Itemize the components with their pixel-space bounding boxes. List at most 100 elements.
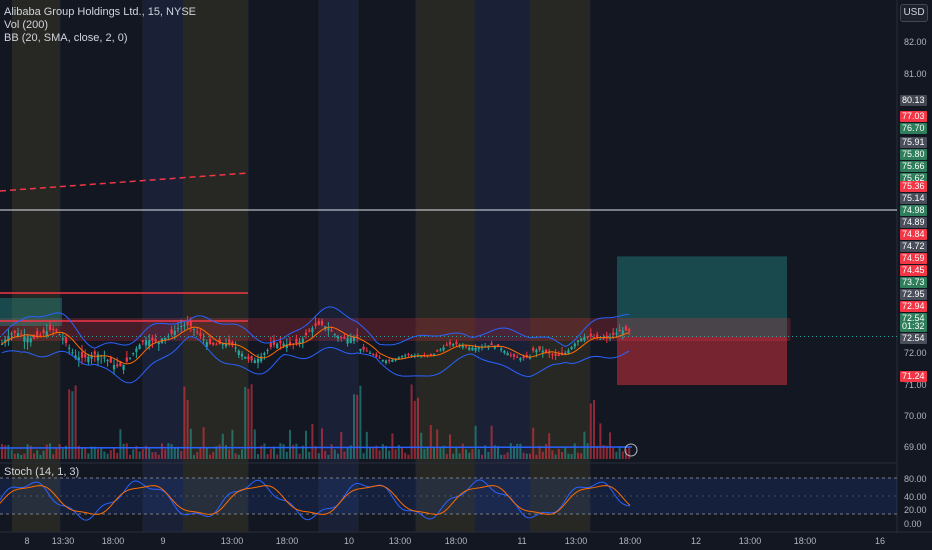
volume-bar — [116, 452, 119, 459]
volume-bar — [237, 454, 240, 459]
candle-body — [372, 354, 375, 356]
stoch-tick: 80.00 — [904, 474, 927, 484]
time-tick: 18:00 — [793, 536, 817, 546]
volume-bar — [612, 448, 615, 459]
volume-bar — [282, 444, 285, 459]
volume-bar — [58, 443, 61, 459]
candle-body — [621, 330, 624, 335]
candle-body — [304, 332, 308, 336]
volume-bar — [285, 451, 288, 459]
volume-bar — [535, 454, 538, 459]
volume-bar — [461, 443, 464, 459]
volume-bar — [26, 444, 29, 459]
candle-body — [589, 333, 592, 337]
candle-body — [144, 340, 148, 346]
candle-body — [68, 347, 71, 349]
time-tick: 13:30 — [51, 536, 75, 546]
volume-bar — [417, 397, 419, 459]
candle-body — [464, 346, 468, 348]
candle-body — [103, 357, 106, 359]
volume-bar — [372, 447, 375, 459]
volume-bar — [154, 451, 157, 459]
time-tick: 9 — [160, 536, 166, 546]
volume-bar — [119, 429, 122, 459]
candle-body — [362, 346, 365, 350]
stoch-legend[interactable]: Stoch (14, 1, 3) — [4, 466, 79, 479]
chart-canvas[interactable] — [0, 0, 932, 550]
volume-bar — [129, 454, 131, 459]
candle-body — [48, 325, 52, 330]
candle-body — [148, 340, 151, 347]
price-label: 01:32 — [900, 321, 927, 332]
volume-bar — [570, 454, 573, 459]
time-tick: 13:00 — [220, 536, 244, 546]
price-tick: 72.00 — [904, 348, 927, 358]
volume-bar — [532, 427, 535, 459]
candle-body — [429, 353, 432, 356]
volume-bar — [490, 425, 493, 459]
candle-body — [202, 339, 205, 341]
candle-body — [186, 321, 189, 325]
volume-bar — [81, 448, 83, 459]
volume-bar — [439, 446, 442, 459]
candle-body — [42, 329, 45, 334]
bollinger-legend[interactable]: BB (20, SMA, close, 2, 0) — [4, 32, 128, 45]
volume-bar — [148, 448, 151, 459]
candle-body — [340, 337, 343, 339]
volume-bar — [10, 449, 13, 459]
candle-body — [52, 328, 55, 330]
candle-body — [234, 347, 237, 349]
volume-bar — [557, 448, 560, 459]
volume-bar — [276, 454, 279, 459]
candle-body — [436, 350, 439, 352]
candle-body — [471, 347, 474, 351]
candle-body — [176, 328, 180, 330]
volume-bar — [305, 430, 307, 459]
volume-bar — [503, 454, 506, 459]
volume-bar — [132, 449, 135, 459]
candle-body — [391, 359, 394, 362]
volume-bar — [426, 447, 429, 459]
volume-bar — [522, 452, 525, 459]
volume-bar — [241, 449, 243, 459]
candle-body — [519, 358, 522, 361]
candle-body — [167, 336, 170, 338]
volume-bar — [173, 446, 176, 459]
volume-bar — [327, 454, 330, 459]
volume-bar — [541, 451, 544, 459]
volume-bar — [317, 453, 320, 459]
currency-button[interactable]: USD — [900, 4, 928, 22]
candle-body — [128, 357, 132, 359]
volume-bar — [234, 453, 237, 459]
volume-bar — [23, 453, 26, 459]
volume-bar — [413, 400, 416, 459]
volume-bar — [452, 453, 455, 459]
candle-body — [336, 336, 340, 339]
candle-body — [26, 337, 29, 343]
candle-body — [474, 347, 477, 351]
candle-body — [503, 350, 506, 353]
volume-bar — [545, 444, 547, 459]
candle-body — [93, 351, 96, 355]
candle-body — [20, 333, 23, 335]
volume-bar — [321, 428, 323, 459]
volume-bar — [253, 429, 256, 459]
volume-bar — [193, 454, 195, 459]
volume-bar — [180, 450, 183, 459]
candle-body — [583, 336, 586, 341]
volume-bar — [269, 448, 272, 459]
candle-body — [448, 341, 452, 345]
volume-bar — [209, 454, 211, 459]
volume-legend[interactable]: Vol (200) — [4, 19, 48, 32]
time-tick: 12 — [690, 536, 702, 546]
volume-bar — [103, 451, 106, 459]
candle-body — [266, 349, 269, 351]
candle-body — [317, 320, 320, 325]
volume-bar — [551, 450, 554, 459]
volume-bar — [618, 446, 621, 459]
symbol-legend[interactable]: Alibaba Group Holdings Ltd., 15, NYSE — [4, 6, 196, 19]
candle-body — [506, 352, 509, 356]
volume-bar — [564, 447, 567, 459]
volume-bar — [231, 429, 234, 459]
candle-body — [445, 344, 448, 346]
